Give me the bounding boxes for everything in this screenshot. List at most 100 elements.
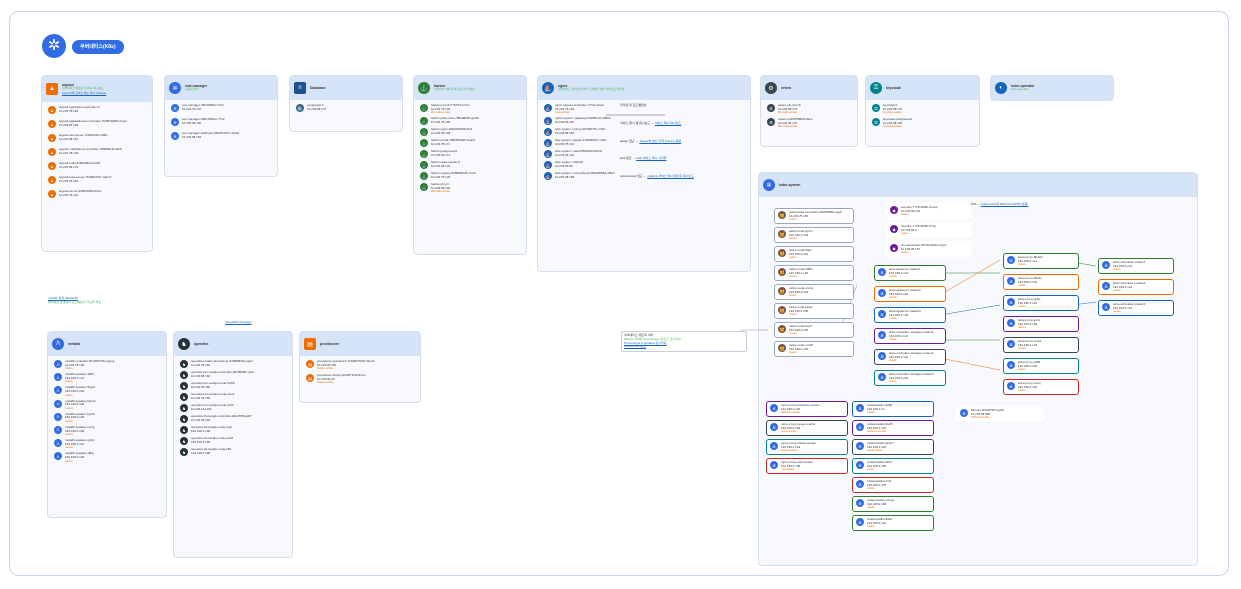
k8s-node-card: ✲ kube-proxy-6thdq 192.168.2.101 master [1003, 274, 1079, 291]
k8s-node-card: ◆ coredns-7775c4f48c-5n7g 10.233.96.9 worke… [886, 222, 972, 239]
k8s-node-card: ◆ dns-autoscaler-8579bdd59c-hcjv4 10.233.9… [886, 241, 972, 258]
k8s-pod-role: worker [789, 237, 797, 241]
k8s-pod-text: kube-controller-manager-master3 192.168.2… [889, 372, 934, 383]
k8s-pod-role: worker [901, 232, 909, 236]
k8s-node-card: ✲ nodelocaldns-96fj6 192.168.2.12 master [852, 401, 934, 418]
k8s-pod-text: kube-proxy-8bd2m 192.168.2.121 master [1018, 255, 1043, 267]
k8s-pod-text: kube-scheduler-master2 192.168.2.122 maste… [1113, 281, 1145, 293]
k8s-node-card: 🐱 calico-node-8tjwl 192.168.2.101 worker [774, 246, 854, 263]
k8s-pod-role: worker [867, 525, 875, 529]
k8s-node-card: ◆ coredns-7775c4f48c-6rmsq 10.233.98.141 wo… [886, 203, 972, 220]
k8s-node-card: ✲ nodelocaldns-bvkr 192.168.2.178 worker [852, 477, 934, 494]
k8s-pod-icon: 🐱 [778, 306, 786, 314]
k8s-pod-text: kube-proxy-gt2pl 192.168.2.122 master [1018, 297, 1040, 309]
k8s-pod-icon: 🐱 [778, 230, 786, 238]
k8s-pod-text: kube-scheduler-master3 192.168.2.123 maste… [1113, 302, 1145, 314]
k8s-pod-role: worker [867, 468, 875, 472]
k8s-pod-role: elastic-worker [867, 449, 883, 453]
k8s-node-card: 🐱 calico-node-lhyvz 192.168.2.106 master [774, 322, 854, 339]
k8s-pod-icon: ✲ [878, 310, 886, 318]
k8s-pod-icon: ◆ [890, 225, 898, 233]
k8s-pod-role: master [789, 313, 797, 317]
k8s-pod-icon: ✲ [1007, 298, 1015, 306]
k8s-pod-role: ZXShow-worker [971, 416, 990, 420]
k8s-pod-text: nginx-proxy-elastic-worker 192.168.2.104 e… [781, 441, 816, 453]
k8s-pod-icon: ✲ [1102, 303, 1110, 311]
k8s-pod-icon: ✲ [1007, 277, 1015, 285]
k8s-pod-role: worker [789, 218, 797, 222]
k8s-pod-icon: ✲ [1007, 340, 1015, 348]
k8s-pod-text: nodelocaldns-dfbd 192.168.2.165 worker [867, 460, 892, 472]
k8s-pod-role: riesgo-worker [781, 430, 797, 434]
k8s-pod-icon: ✲ [1007, 256, 1015, 264]
k8s-pod-icon: ✲ [878, 373, 886, 381]
k8s-pod-icon: ✲ [770, 404, 778, 412]
k8s-pod-icon: 🐱 [778, 287, 786, 295]
k8s-pod-icon: ✲ [770, 423, 778, 431]
k8s-pod-text: nodelocaldns-96fj6 192.168.2.12 master [867, 403, 892, 414]
k8s-node-card: 🐱 calico-node-2p7rx 192.168.2.103 worker [774, 227, 854, 244]
k8s-pod-text: kube-apiserver-master2 192.168.2.122 maste… [889, 288, 921, 299]
k8s-pod-role: hacheme-worker [867, 430, 887, 434]
k8s-pod-text: nodelocaldns-bvkr 192.168.2.178 worker [867, 479, 891, 490]
k8s-node-card: 🐱 calico-node-vmrt8 192.168.2.120 master [774, 341, 854, 358]
k8s-node-card: ✲ k8s-api-9b6d979bf-sjo29 10.233.98.806 ZXS… [956, 406, 1044, 423]
k8s-pod-icon: ✲ [1007, 319, 1015, 327]
k8s-pod-icon: ✲ [878, 268, 886, 276]
k8s-pod-text: kube-apiserver-master3 192.168.2.123 maste… [889, 309, 921, 321]
k8s-node-card: ✲ nodelocaldns-dfbd 192.168.2.165 worker [852, 458, 934, 475]
k8s-node-card: ✲ kube-apiserver-master2 192.168.2.122 mast… [874, 286, 946, 303]
k8s-pod-text: coredns-7775c4f48c-6rmsq 10.233.98.141 wor… [901, 205, 938, 216]
k8s-pod-text: nodelocaldns-9stz5 192.168.2.120 hacheme-w… [867, 422, 893, 434]
k8s-pod-role: hacheme-worker [781, 411, 801, 415]
k8s-pod-role: worker [789, 275, 797, 279]
k8s-pod-role: master [1113, 289, 1121, 293]
k8s-pod-role: master [1018, 305, 1026, 309]
k8s-pod-text: kube-scheduler-master1 192.168.2.121 maste… [1113, 260, 1145, 271]
k8s-pod-icon: ◆ [890, 206, 898, 214]
k8s-pod-icon: ✲ [1007, 361, 1015, 369]
k8s-pod-icon: ✲ [856, 404, 864, 412]
k8s-pod-icon: 🐱 [778, 325, 786, 333]
k8s-pod-icon: ✲ [1102, 282, 1110, 290]
k8s-pod-role: master [789, 351, 797, 355]
k8s-pod-role: web-worker [781, 468, 795, 472]
k8s-pod-text: nginx-proxy-riesgo-worker 192.168.2.103 ri… [781, 422, 816, 434]
k8s-pod-role: master [1018, 263, 1026, 267]
k8s-pod-icon: ✲ [856, 461, 864, 469]
k8s-pod-role: worker [789, 256, 797, 260]
k8s-node-card: ✲ nodelocaldns-fk9ts 192.168.2.124 worker [852, 515, 934, 532]
k8s-pod-icon: ✲ [1007, 382, 1015, 390]
k8s-pod-text: coredns-7775c4f48c-5n7g 10.233.96.9 worker [901, 224, 936, 236]
k8s-node-card: ✲ kube-controller-manager-master3 192.168.… [874, 370, 946, 387]
k8s-node-card: ✲ nginx-proxy-riesgo-worker 192.168.2.103 r… [766, 420, 848, 437]
k8s-pod-role: worker [1018, 326, 1026, 330]
k8s-node-card: ✲ kube-proxy-vrs21 192.168.2.123 master [1003, 337, 1079, 354]
k8s-node-card: ✲ kube-proxy-gt2pl 192.168.2.122 master [1003, 295, 1079, 312]
k8s-pod-icon: ✲ [1102, 261, 1110, 269]
k8s-node-card: ✲ kube-scheduler-master2 192.168.2.122 mast… [1098, 279, 1174, 296]
k8s-pod-text: kube-proxy-vrs21 192.168.2.123 master [1018, 339, 1041, 351]
k8s-pod-role: master [1113, 310, 1121, 314]
k8s-pod-text: calico-node-mvrks 192.168.2.104 worker [789, 286, 813, 297]
k8s-node-card: ✲ nginx-proxy-elastic-worker 192.168.2.104… [766, 439, 848, 456]
k8s-pod-role: elastic-worker [781, 449, 797, 453]
k8s-pod-icon: ✲ [770, 442, 778, 450]
k8s-node-card: ✲ kube-proxy-wf56 192.168.2.105 worker [1003, 358, 1079, 375]
k8s-node-card: 🐱 calico-node-mvrks 192.168.2.104 worker [774, 284, 854, 301]
k8s-pod-icon: ✲ [856, 442, 864, 450]
k8s-pod-icon: ✲ [960, 409, 968, 417]
k8s-pod-role: master [867, 506, 875, 510]
k8s-pod-role: master [889, 317, 897, 321]
k8s-pod-text: nodelocaldns-fk9ts 192.168.2.124 worker [867, 517, 892, 529]
k8s-pod-icon: 🐱 [778, 268, 786, 276]
k8s-node-card: ✲ kube-scheduler-master1 192.168.2.121 mast… [1098, 258, 1174, 275]
k8s-pod-text: calico-node-8tjwl 192.168.2.101 worker [789, 248, 811, 260]
k8s-pod-role: master [1018, 347, 1026, 351]
k8s-node-card: ✲ kube-proxy-jpvrs 192.168.2.103 worker [1003, 316, 1079, 333]
k8s-pod-text: calico-node-kswm 192.168.2.105 master [789, 305, 813, 317]
k8s-node-card: ✲ nginx-proxy-web-worker 192.168.2.105 web-… [766, 458, 848, 475]
k8s-pod-text: calico-node-lhyvz 192.168.2.106 master [789, 324, 812, 335]
k8s-node-card: ✲ kube-controller-manager-master2 192.168.… [874, 349, 946, 366]
k8s-pod-text: nginx-proxy-hacheme-worker 192.168.2.100 h… [781, 403, 820, 415]
